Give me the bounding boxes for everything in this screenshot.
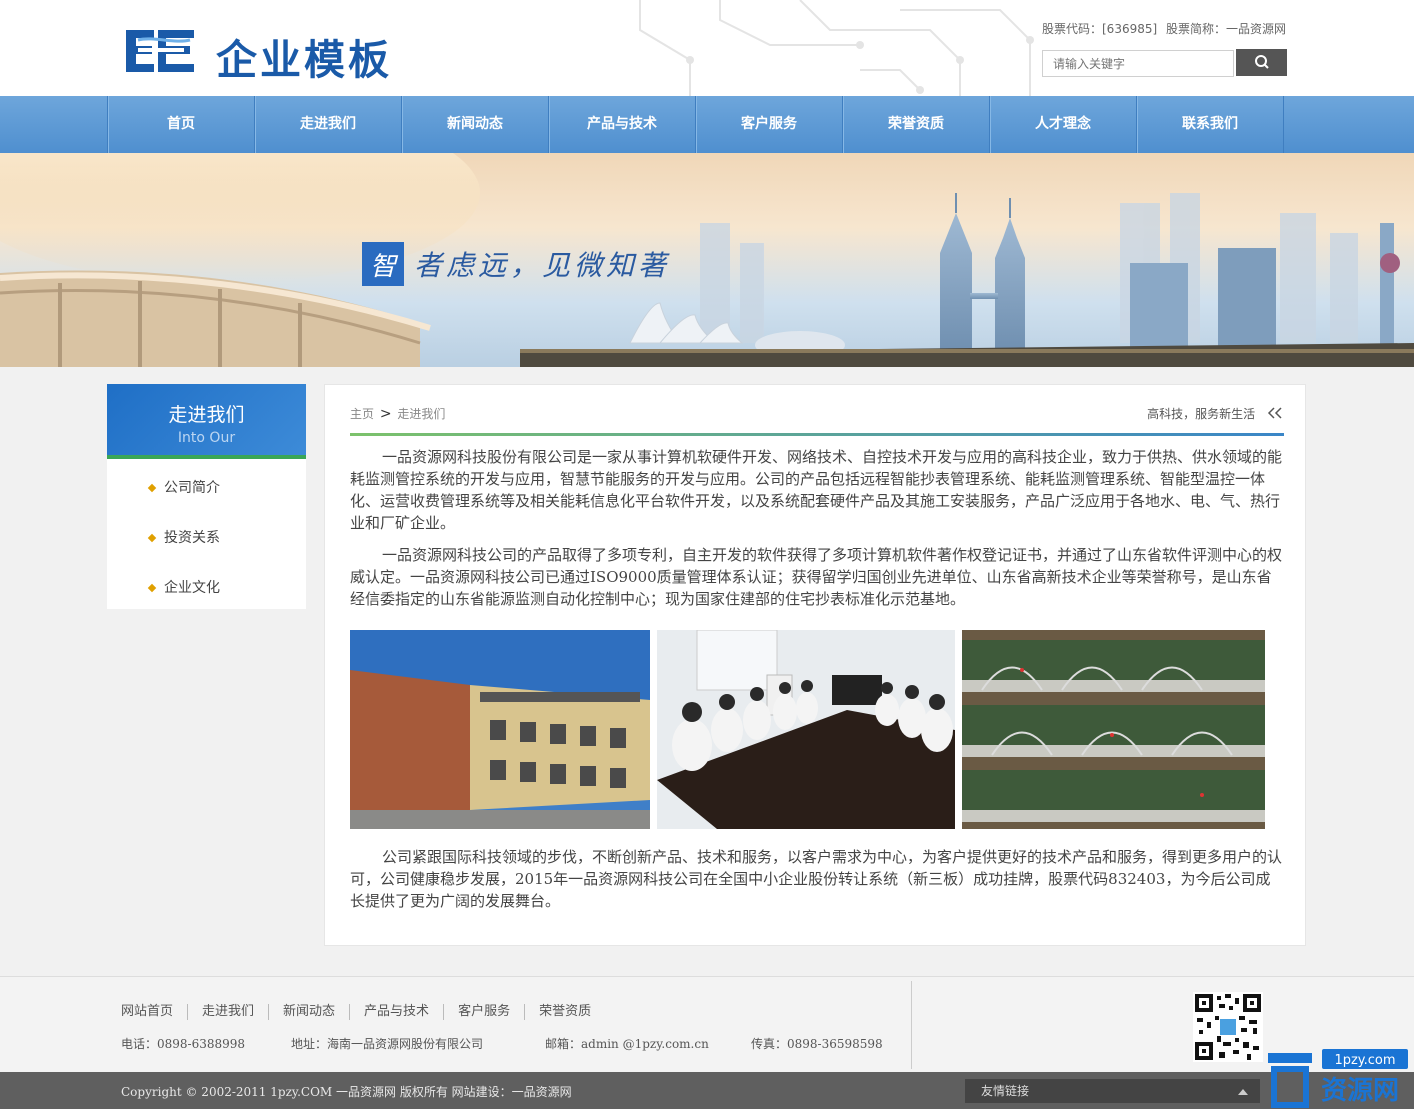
caret-up-icon — [1238, 1089, 1248, 1095]
circuit-decoration — [639, 0, 1034, 96]
page-tagline: 高科技，服务新生活 — [1147, 405, 1283, 422]
nav-item-contact[interactable]: 联系我们 — [1137, 96, 1284, 153]
photo-building — [350, 630, 650, 829]
site-logo[interactable]: 企业模板 — [124, 24, 404, 84]
bullet-diamond-icon — [147, 583, 157, 593]
footer-link-products[interactable]: 产品与技术 — [350, 1004, 445, 1020]
intro-paragraph-3: 公司紧跟国际科技领域的步伐，不断创新产品、技术和服务，以客户需求为中心，为客户提… — [350, 848, 1283, 910]
breadcrumb-home[interactable]: 主页 — [350, 407, 374, 421]
footer-phone: 电话：0898-6388998 — [121, 1037, 246, 1051]
sidebar-item-label: 公司简介 — [164, 480, 220, 496]
sidebar-item-label: 投资关系 — [164, 530, 220, 546]
site-footer: 网站首页 走进我们 新闻动态 产品与技术 客户服务 荣誉资质 电话：0898-6… — [0, 976, 1414, 1072]
intro-paragraph-1: 一品资源网科技股份有限公司是一家从事计算机软硬件开发、网络技术、自控技术开发与应… — [350, 448, 1283, 532]
nav-item-honors[interactable]: 荣誉资质 — [843, 96, 990, 153]
footer-link-service[interactable]: 客户服务 — [444, 1004, 526, 1020]
qr-code-icon — [1193, 992, 1263, 1062]
nav-item-talent[interactable]: 人才理念 — [990, 96, 1137, 153]
main-nav: 首页 走进我们 新闻动态 产品与技术 客户服务 荣誉资质 人才理念 联系我们 — [0, 96, 1414, 153]
footer-links: 网站首页 走进我们 新闻动态 产品与技术 客户服务 荣誉资质 — [121, 1004, 605, 1020]
double-chevron-left-icon — [1267, 407, 1282, 419]
photo-meeting — [657, 630, 955, 829]
breadcrumb: 主页 > 走进我们 — [350, 405, 445, 422]
logo-mark-icon — [126, 30, 194, 72]
main-content: 主页 > 走进我们 高科技，服务新生活 一品资源网科技股份有限公司是一家从事计算… — [324, 384, 1306, 946]
nav-item-products[interactable]: 产品与技术 — [549, 96, 696, 153]
breadcrumb-current: 走进我们 — [397, 407, 446, 421]
search-button[interactable] — [1236, 49, 1287, 76]
bullet-diamond-icon — [147, 533, 157, 543]
breadcrumb-divider — [350, 433, 1284, 436]
photo-circuit-boards — [962, 630, 1265, 829]
stock-code: 股票代码：[636985] — [1042, 22, 1158, 36]
footer-link-honors[interactable]: 荣誉资质 — [525, 1004, 605, 1020]
sidebar: 走进我们 Into Our 公司简介 投资关系 企业文化 — [107, 384, 306, 609]
sidebar-title: 走进我们 — [168, 404, 245, 426]
search-bar — [1042, 49, 1287, 77]
company-photos — [350, 630, 1282, 829]
copyright-text: Copyright © 2002-2011 1pzy.COM 一品资源网 版权所… — [121, 1085, 572, 1099]
slogan-first-char: 智 — [362, 242, 404, 286]
city-skyline-image — [0, 153, 1414, 367]
sidebar-item-investor[interactable]: 投资关系 — [107, 523, 306, 573]
search-icon — [1254, 55, 1269, 69]
watermark-logo: 1pzy.com 资源网 — [1268, 1049, 1408, 1108]
watermark-domain: 1pzy.com — [1334, 1053, 1395, 1068]
sidebar-subtitle: Into Our — [177, 430, 236, 446]
breadcrumb-separator: > — [379, 406, 392, 422]
friend-links-label: 友情链接 — [981, 1084, 1030, 1098]
hero-banner: 智 者虑远，见微知著 — [0, 153, 1414, 367]
sidebar-item-label: 企业文化 — [164, 580, 220, 596]
footer-divider — [911, 981, 912, 1069]
sidebar-header: 走进我们 Into Our — [107, 384, 306, 459]
footer-bottom-bar: Copyright © 2002-2011 1pzy.COM 一品资源网 版权所… — [0, 1072, 1414, 1109]
bullet-diamond-icon — [147, 483, 157, 493]
nav-item-about[interactable]: 走进我们 — [255, 96, 402, 153]
nav-item-service[interactable]: 客户服务 — [696, 96, 843, 153]
footer-link-home[interactable]: 网站首页 — [121, 1004, 189, 1020]
nav-item-home[interactable]: 首页 — [108, 96, 255, 153]
footer-link-about[interactable]: 走进我们 — [188, 1004, 270, 1020]
stock-name: 股票简称：一品资源网 — [1166, 22, 1287, 36]
footer-fax: 传真：0898-36598598 — [751, 1037, 883, 1051]
footer-email: 邮箱：admin @1pzy.com.cn — [545, 1037, 709, 1051]
nav-item-news[interactable]: 新闻动态 — [402, 96, 549, 153]
footer-address: 地址：海南一品资源网股份有限公司 — [291, 1037, 484, 1051]
site-header: 企业模板 股票代码：[636985] 股票简称：一品资源网 — [0, 0, 1414, 96]
footer-link-news[interactable]: 新闻动态 — [269, 1004, 351, 1020]
watermark-name: 资源网 — [1321, 1076, 1399, 1106]
search-input[interactable] — [1042, 50, 1234, 77]
friend-links-select[interactable]: 友情链接 — [965, 1079, 1260, 1103]
intro-paragraph-2: 一品资源网科技公司的产品取得了多项专利，自主开发的软件获得了多项计算机软件著作权… — [350, 546, 1283, 608]
slogan-text: 者虑远，见微知著 — [414, 249, 671, 282]
logo-text: 企业模板 — [216, 36, 392, 84]
tagline-text: 高科技，服务新生活 — [1147, 407, 1256, 421]
sidebar-item-culture[interactable]: 企业文化 — [107, 573, 306, 623]
sidebar-item-profile[interactable]: 公司简介 — [107, 473, 306, 523]
banner-slogan: 智 者虑远，见微知著 — [362, 242, 670, 286]
